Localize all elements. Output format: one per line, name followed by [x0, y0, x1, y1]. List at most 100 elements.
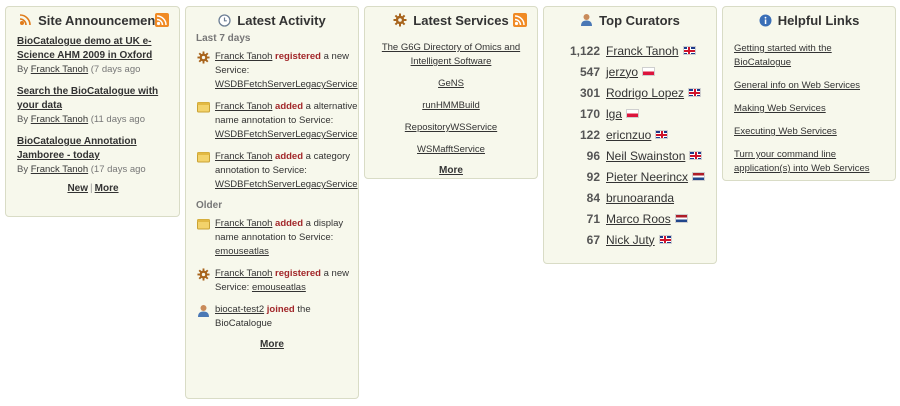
service-link[interactable]: WSDBFetchServerLegacyService	[215, 129, 358, 140]
curator-link[interactable]: ericnzuo	[606, 128, 651, 142]
top-curators-panel: Top Curators 1,122 Franck Tanoh 547 jerzyo 3…	[543, 6, 717, 264]
user-link[interactable]: biocat-test2	[215, 304, 264, 315]
service-link[interactable]: GeNS	[438, 78, 464, 89]
curator-count: 547	[579, 64, 600, 79]
announcement-item: BioCatalogue Annotation Jamboree - today…	[17, 135, 169, 175]
user-link[interactable]: Franck Tanoh	[215, 268, 272, 279]
more-announcements-link[interactable]: More	[95, 183, 119, 194]
curator-link[interactable]: Pieter Neerincx	[606, 170, 688, 184]
service-item: RepositoryWSService	[365, 121, 537, 135]
activity-text: Franck Tanoh registered a new Service: W…	[215, 50, 358, 92]
curator-row: 547 jerzyo	[544, 61, 716, 82]
flag-pl-icon	[642, 67, 656, 76]
new-announcements-link[interactable]: New	[67, 183, 88, 194]
helpful-link[interactable]: Executing Web Services	[734, 126, 837, 137]
curator-row: 84 brunoaranda	[544, 187, 716, 208]
section-heading-older: Older	[196, 200, 223, 211]
user-link[interactable]: Franck Tanoh	[215, 218, 272, 229]
more-services-link[interactable]: More	[439, 165, 463, 176]
service-link[interactable]: WSDBFetchServerLegacyService	[215, 79, 358, 90]
service-link[interactable]: WSDBFetchServerLegacyService	[215, 179, 358, 190]
activity-item: Franck Tanoh added a alternative name an…	[186, 100, 358, 142]
more-activity-link[interactable]: More	[260, 339, 284, 350]
broadcast-icon	[18, 13, 32, 27]
curator-link[interactable]: Neil Swainston	[606, 149, 685, 163]
user-link[interactable]: Franck Tanoh	[215, 151, 272, 162]
curator-link[interactable]: Marco Roos	[606, 212, 671, 226]
announcement-meta: By Franck Tanoh (7 days ago	[17, 64, 169, 75]
activity-verb: registered	[275, 268, 321, 279]
flag-nl-icon	[674, 214, 688, 223]
helpful-links-list: Getting started with the BioCatalogue Ge…	[723, 33, 895, 176]
latest-activity-panel: Latest Activity Last 7 days Franck Tanoh…	[185, 6, 359, 399]
announcement-meta: By Franck Tanoh (11 days ago	[17, 114, 169, 125]
activity-item: Franck Tanoh added a category annotation…	[186, 150, 358, 192]
curator-count: 84	[586, 190, 600, 205]
helpful-link[interactable]: General info on Web Services	[734, 80, 860, 91]
curator-link[interactable]: lga	[606, 107, 622, 121]
announcement-list: BioCatalogue demo at UK e-Science AHM 20…	[6, 33, 179, 194]
helpful-link-item: Making Web Services	[723, 102, 895, 116]
curator-count: 67	[586, 232, 600, 247]
curator-row: 1,122 Franck Tanoh	[544, 40, 716, 61]
service-item: runHMMBuild	[365, 99, 537, 113]
gear-icon	[393, 13, 407, 27]
service-item: WSMafftService	[365, 143, 537, 157]
activity-text: Franck Tanoh added a alternative name an…	[215, 100, 358, 142]
user-icon	[197, 304, 211, 331]
announcement-title-link[interactable]: BioCatalogue Annotation Jamboree - today	[17, 135, 169, 163]
activity-verb: joined	[266, 304, 295, 315]
user-link[interactable]: Franck Tanoh	[215, 101, 272, 112]
panel-header: Site Announcements	[6, 7, 179, 33]
announcement-title-link[interactable]: Search the BioCatalogue with your data	[17, 85, 169, 113]
curator-link[interactable]: Nick Juty	[606, 233, 655, 247]
service-link[interactable]: The G6G Directory of Omics and Intellige…	[382, 42, 520, 67]
rss-icon[interactable]	[155, 13, 169, 27]
activity-verb: registered	[275, 51, 321, 62]
note-icon	[197, 218, 211, 259]
curator-row: 67 Nick Juty	[544, 229, 716, 250]
latest-services-panel: Latest Services The G6G Directory of Omi…	[364, 6, 538, 179]
panel-header: Latest Activity	[186, 7, 358, 33]
rss-icon[interactable]	[513, 13, 527, 27]
curator-link[interactable]: Franck Tanoh	[606, 44, 679, 58]
activity-verb: added	[275, 101, 304, 112]
curator-link[interactable]: brunoaranda	[606, 191, 674, 205]
service-link[interactable]: emouseatlas	[252, 282, 306, 293]
helpful-link[interactable]: Turn your command line application(s) in…	[734, 149, 870, 174]
helpful-link-item: Getting started with the BioCatalogue	[723, 42, 895, 70]
site-announcements-panel: Site Announcements BioCatalogue demo at …	[5, 6, 180, 217]
helpful-link[interactable]: Making Web Services	[734, 103, 826, 114]
helpful-link-item: Executing Web Services	[723, 125, 895, 139]
note-icon	[197, 151, 211, 192]
activity-text: Franck Tanoh registered a new Service: e…	[215, 267, 350, 295]
flag-gb-icon	[658, 235, 672, 244]
author-link[interactable]: Franck Tanoh	[31, 114, 88, 125]
curator-link[interactable]: Rodrigo Lopez	[606, 86, 684, 100]
curator-row: 92 Pieter Neerincx	[544, 166, 716, 187]
panel-title: Latest Activity	[237, 12, 326, 28]
timestamp: (11 days ago	[90, 114, 145, 125]
service-link[interactable]: WSMafftService	[417, 144, 485, 155]
service-link[interactable]: runHMMBuild	[422, 100, 480, 111]
by-label: By	[17, 64, 29, 75]
activity-list-older: Franck Tanoh added a display name annota…	[186, 217, 358, 331]
flag-nl-icon	[692, 172, 706, 181]
service-link[interactable]: RepositoryWSService	[405, 122, 497, 133]
author-link[interactable]: Franck Tanoh	[31, 164, 88, 175]
helpful-link[interactable]: Getting started with the BioCatalogue	[734, 43, 832, 68]
curator-count: 92	[586, 169, 600, 184]
service-link[interactable]: emouseatlas	[215, 246, 269, 257]
flag-pl-icon	[626, 109, 640, 118]
note-icon	[197, 101, 211, 142]
curator-link[interactable]: jerzyo	[606, 65, 638, 79]
announcement-title-link[interactable]: BioCatalogue demo at UK e-Science AHM 20…	[17, 35, 169, 63]
panel-title: Top Curators	[599, 12, 680, 28]
panel-title: Site Announcements	[38, 12, 167, 28]
user-link[interactable]: Franck Tanoh	[215, 51, 272, 62]
panel-header: Latest Services	[365, 7, 537, 33]
curator-row: 96 Neil Swainston	[544, 145, 716, 166]
author-link[interactable]: Franck Tanoh	[31, 64, 88, 75]
flag-gb-icon	[689, 151, 703, 160]
activity-text: biocat-test2 joined the BioCatalogue	[215, 303, 350, 331]
